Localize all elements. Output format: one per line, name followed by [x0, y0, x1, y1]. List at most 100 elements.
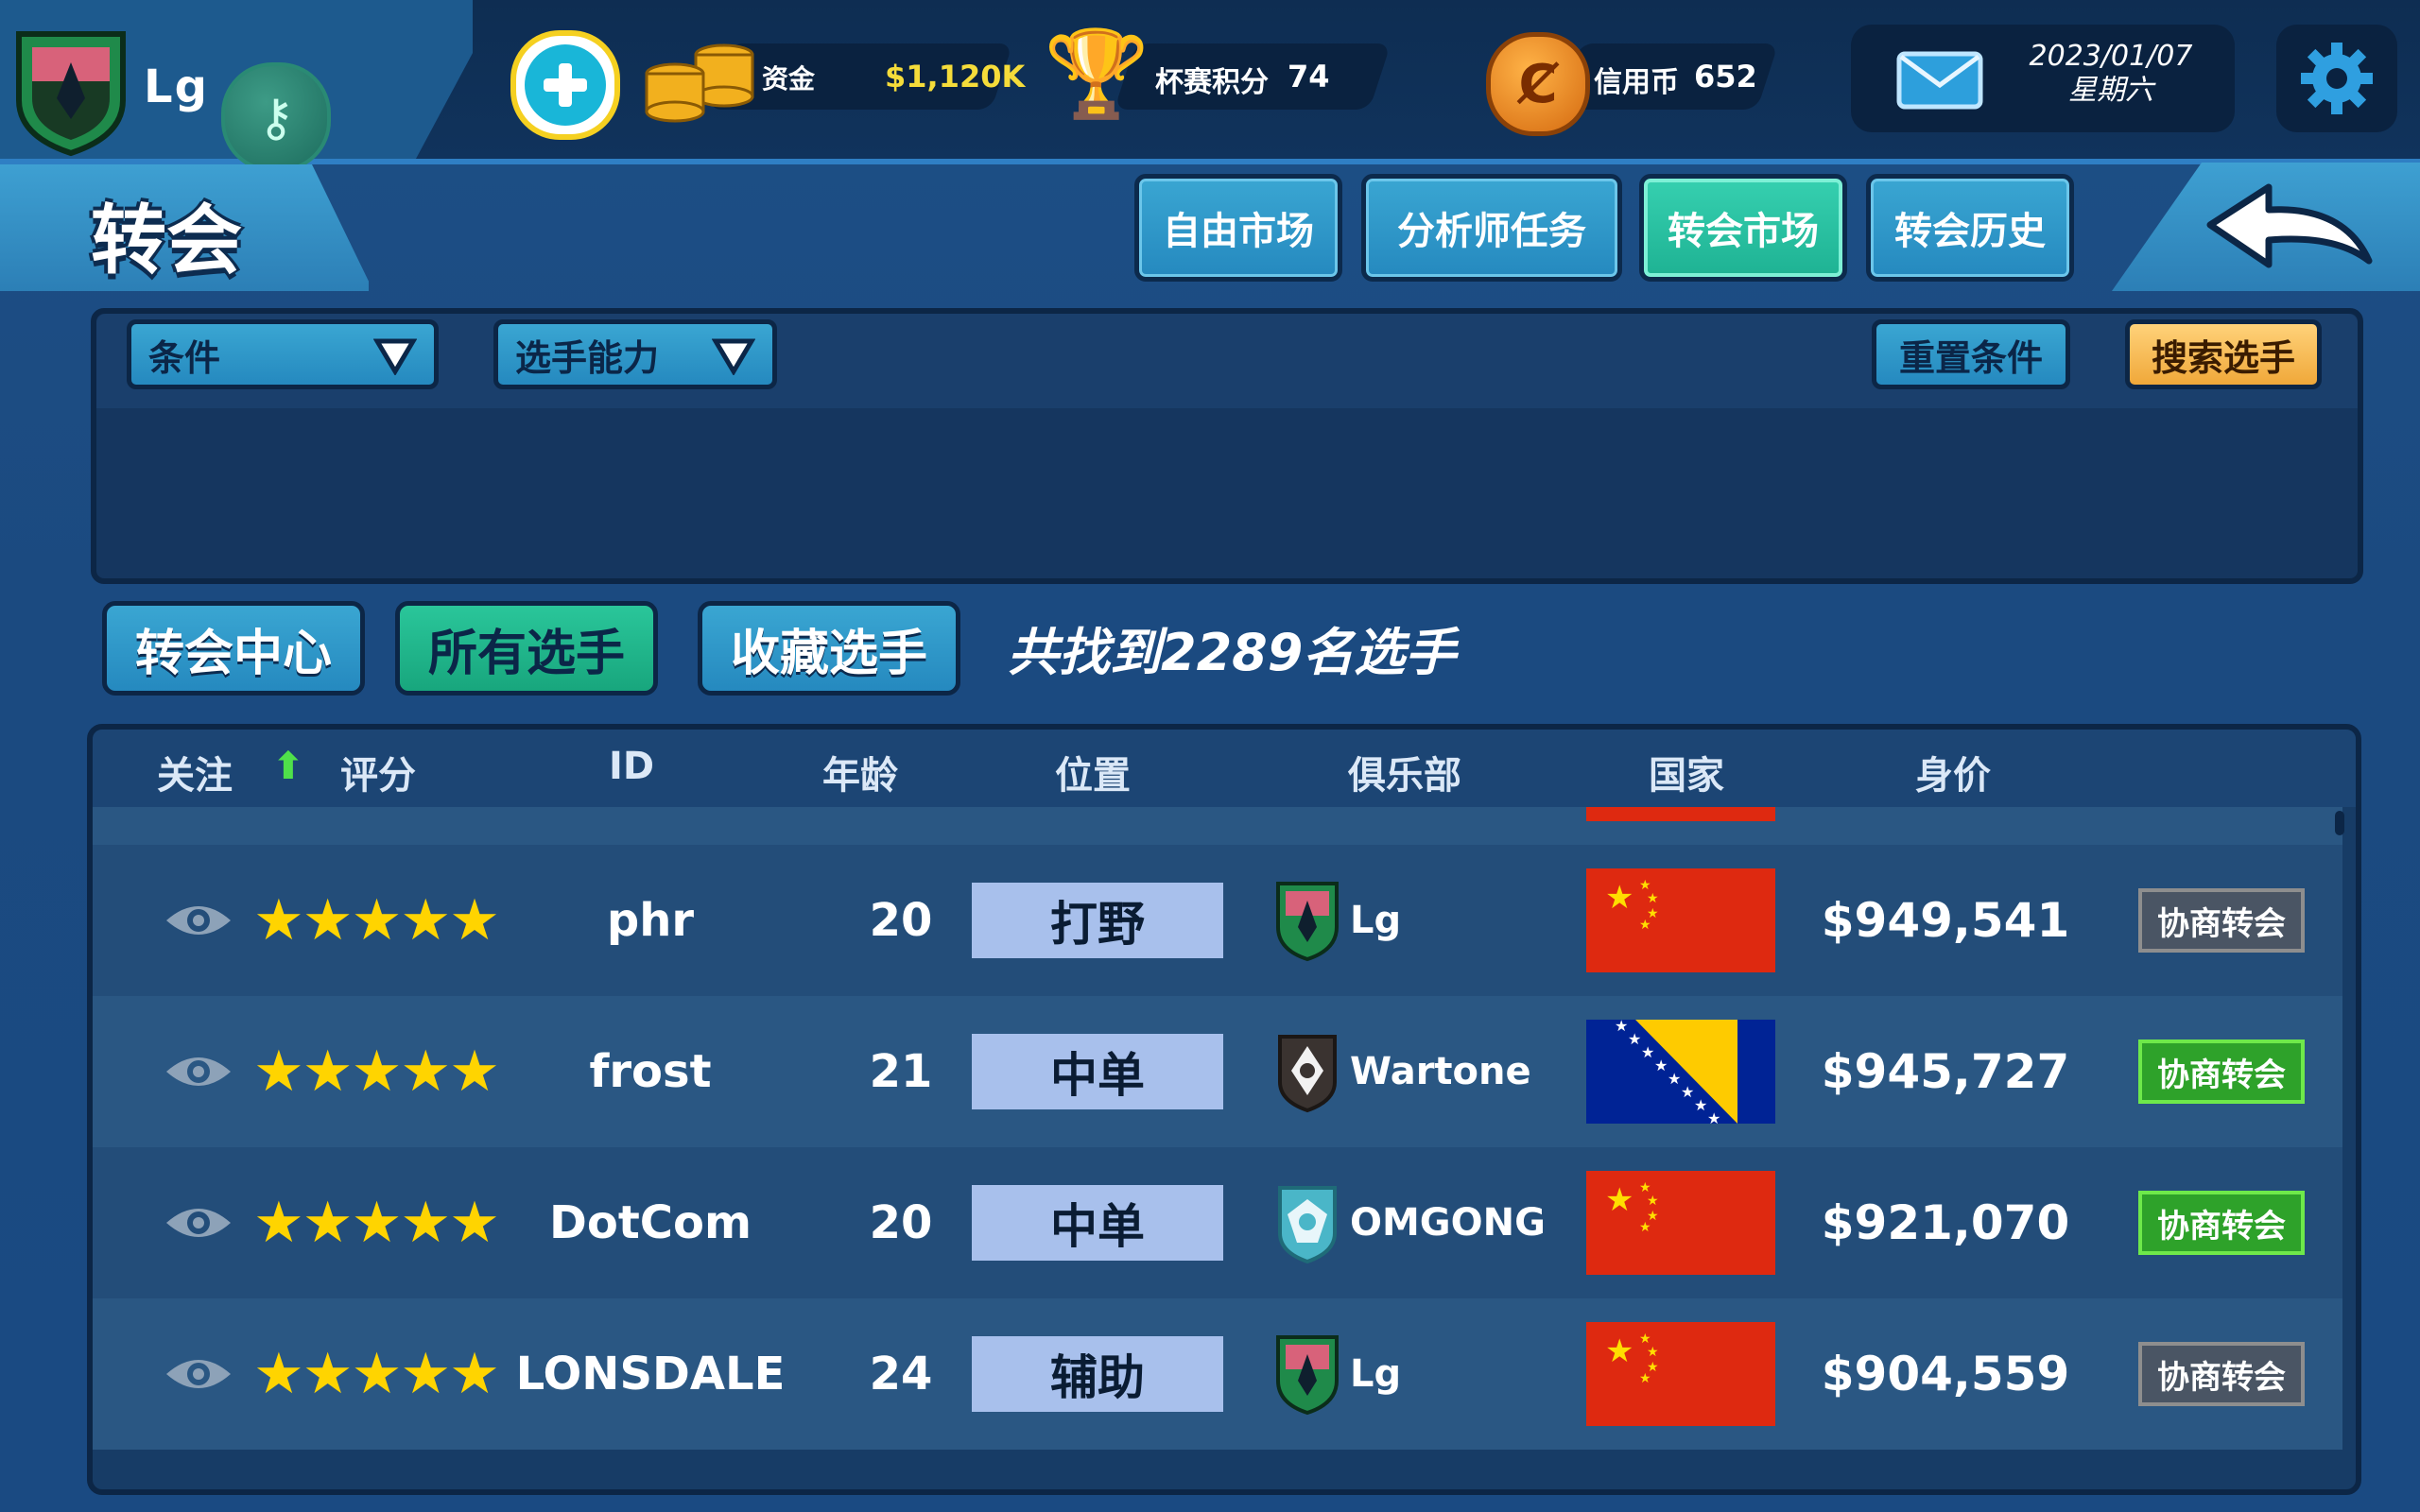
cup-points-label: 杯赛积分 — [1155, 66, 1269, 99]
svg-text:★: ★ — [1654, 1057, 1668, 1074]
tab-analyst-tasks[interactable]: 分析师任务 — [1361, 174, 1622, 282]
weekday-text: 星期六 — [2068, 74, 2153, 107]
svg-text:★: ★ — [1707, 1109, 1720, 1124]
plus-icon — [525, 44, 606, 126]
negotiate-transfer-button[interactable]: 协商转会 — [2138, 1342, 2305, 1406]
player-age: 21 — [869, 1045, 933, 1098]
settings-button[interactable] — [2276, 25, 2397, 132]
header-club[interactable]: 俱乐部 — [1348, 745, 1461, 799]
date-display: 2023/01/07 星期六 — [2012, 40, 2210, 108]
flag-icon: ★ ★ ★ ★ ★ ★ ★ ★ — [1586, 996, 1775, 1147]
club-logo-icon — [1278, 1035, 1337, 1113]
condition-dropdown-label: 条件 — [148, 336, 221, 379]
club-cell: Lg — [1274, 1298, 1401, 1450]
svg-text:★: ★ — [1605, 1181, 1634, 1219]
table-row[interactable]: ★★★★★ LONSDALE 24 辅助 Lg ★ ★ ★ ★ ★ $904,559 协… — [93, 1298, 2342, 1450]
rating-stars: ★★★★★ — [253, 1039, 500, 1105]
rating-stars: ★★★★★ — [253, 1341, 500, 1407]
position-cell: 中单 — [972, 1147, 1223, 1298]
eye-icon[interactable] — [163, 1298, 234, 1450]
svg-text:★: ★ — [1647, 1194, 1659, 1209]
svg-text:★: ★ — [1639, 918, 1651, 933]
eye-icon[interactable] — [163, 996, 234, 1147]
club-cell: OMGONG — [1274, 1147, 1546, 1298]
funds-value: $1,120K — [885, 59, 1026, 94]
club-name: Wartone — [1350, 1050, 1531, 1093]
action-cell[interactable] — [2138, 807, 2305, 845]
team-name: Lg — [144, 60, 209, 113]
player-id[interactable]: frost — [490, 996, 811, 1147]
player-id[interactable]: LONSDALE — [490, 1298, 811, 1450]
arrow-up-icon: ⬆ — [272, 745, 304, 788]
header-id[interactable]: ID — [609, 745, 654, 788]
action-cell[interactable]: 协商转会 — [2138, 845, 2305, 996]
eye-icon[interactable] — [163, 807, 234, 845]
header-position[interactable]: 位置 — [1055, 745, 1131, 799]
reset-filters-button[interactable]: 重置条件 — [1872, 319, 2070, 389]
header-rating[interactable]: 评分 — [340, 745, 416, 799]
condition-dropdown[interactable]: 条件 — [127, 319, 439, 389]
svg-text:★: ★ — [1615, 1020, 1628, 1035]
position-cell: 中单 — [972, 996, 1223, 1147]
negotiate-transfer-button[interactable]: 协商转会 — [2138, 888, 2305, 953]
header-country[interactable]: 国家 — [1649, 745, 1724, 799]
rating-stars: ★★★★★ — [253, 1190, 500, 1256]
table-scrollbar[interactable] — [2335, 811, 2344, 835]
table-row[interactable]: ★★★★★ frost 21 中单 Wartone ★ ★ ★ ★ ★ ★ ★ ★ $945,… — [93, 996, 2342, 1147]
ability-dropdown[interactable]: 选手能力 — [493, 319, 777, 389]
found-count-text: 共找到2289名选手 — [1008, 623, 1457, 682]
svg-text:★: ★ — [1668, 1070, 1681, 1088]
negotiate-transfer-button[interactable]: 协商转会 — [2138, 1040, 2305, 1104]
ability-dropdown-label: 选手能力 — [515, 336, 660, 379]
tab-transfer-market[interactable]: 转会市场 — [1639, 174, 1847, 282]
add-funds-button[interactable] — [510, 30, 620, 140]
player-id[interactable]: phr — [490, 845, 811, 996]
svg-text:★: ★ — [1694, 1096, 1707, 1114]
tab-transfer-center[interactable]: 转会中心 — [102, 601, 365, 696]
search-players-button[interactable]: 搜索选手 — [2125, 319, 2322, 389]
tab-favorite-players[interactable]: 收藏选手 — [698, 601, 960, 696]
back-arrow-icon[interactable] — [2203, 181, 2377, 284]
player-id[interactable]: DotCom — [490, 1147, 811, 1298]
credit-coin-icon: Ȼ — [1486, 32, 1590, 136]
action-cell[interactable]: 协商转会 — [2138, 996, 2305, 1147]
club-logo-icon — [1276, 1335, 1339, 1416]
player-age: 20 — [869, 894, 933, 947]
key-lock-icon[interactable]: ⚷ — [221, 62, 331, 172]
table-rows: ★★★★★ ★★★★★ phr 20 打野 Lg ★★★★★ $949,541 … — [93, 807, 2356, 1489]
table-header: 关注 ⬆ 评分 ID 年龄 位置 俱乐部 国家 身价 — [93, 730, 2356, 807]
trophy-icon: 🏆 — [1044, 25, 1150, 124]
svg-text:★: ★ — [1641, 1043, 1654, 1061]
header-follow[interactable]: 关注 — [157, 745, 233, 799]
player-price: $945,727 — [1821, 1044, 2070, 1099]
credits-label: 信用币 — [1594, 66, 1679, 99]
header-price[interactable]: 身价 — [1915, 745, 1991, 799]
eye-icon[interactable] — [163, 845, 234, 996]
gear-icon — [2301, 43, 2373, 114]
eye-icon[interactable] — [163, 1147, 234, 1298]
svg-text:★: ★ — [1628, 1030, 1641, 1048]
rating-stars: ★★★★★ — [253, 807, 498, 845]
tab-all-players[interactable]: 所有选手 — [395, 601, 658, 696]
table-row[interactable]: ★★★★★ DotCom 20 中单 OMGONG ★ ★ ★ ★ ★ $921,070… — [93, 1147, 2342, 1298]
credits-value: 652 — [1694, 59, 1757, 94]
action-cell[interactable]: 协商转会 — [2138, 1147, 2305, 1298]
club-cell: Lg — [1274, 845, 1401, 996]
player-table: 关注 ⬆ 评分 ID 年龄 位置 俱乐部 国家 身价 ★★★★★ ★★★★★ p… — [87, 724, 2361, 1495]
position-cell: 打野 — [972, 845, 1223, 996]
header-age[interactable]: 年龄 — [822, 745, 898, 799]
player-age: 20 — [869, 1196, 933, 1249]
mail-icon[interactable] — [1896, 51, 1983, 113]
table-row[interactable]: ★★★★★ — [93, 807, 2342, 845]
club-cell: Wartone — [1274, 996, 1531, 1147]
negotiate-transfer-button[interactable]: 协商转会 — [2138, 1191, 2305, 1255]
tab-transfer-history[interactable]: 转会历史 — [1866, 174, 2074, 282]
mail-date-panel[interactable]: 2023/01/07 星期六 — [1851, 25, 2235, 132]
action-cell[interactable]: 协商转会 — [2138, 1298, 2305, 1450]
flag-icon: ★ ★ ★ ★ ★ — [1586, 845, 1775, 996]
table-row[interactable]: ★★★★★ phr 20 打野 Lg ★ ★ ★ ★ ★ $949,541 协商转会 — [93, 845, 2342, 996]
svg-text:★: ★ — [1639, 1371, 1651, 1386]
svg-text:★: ★ — [1647, 891, 1659, 906]
tab-free-market[interactable]: 自由市场 — [1134, 174, 1342, 282]
cup-points-value: 74 — [1288, 59, 1330, 94]
